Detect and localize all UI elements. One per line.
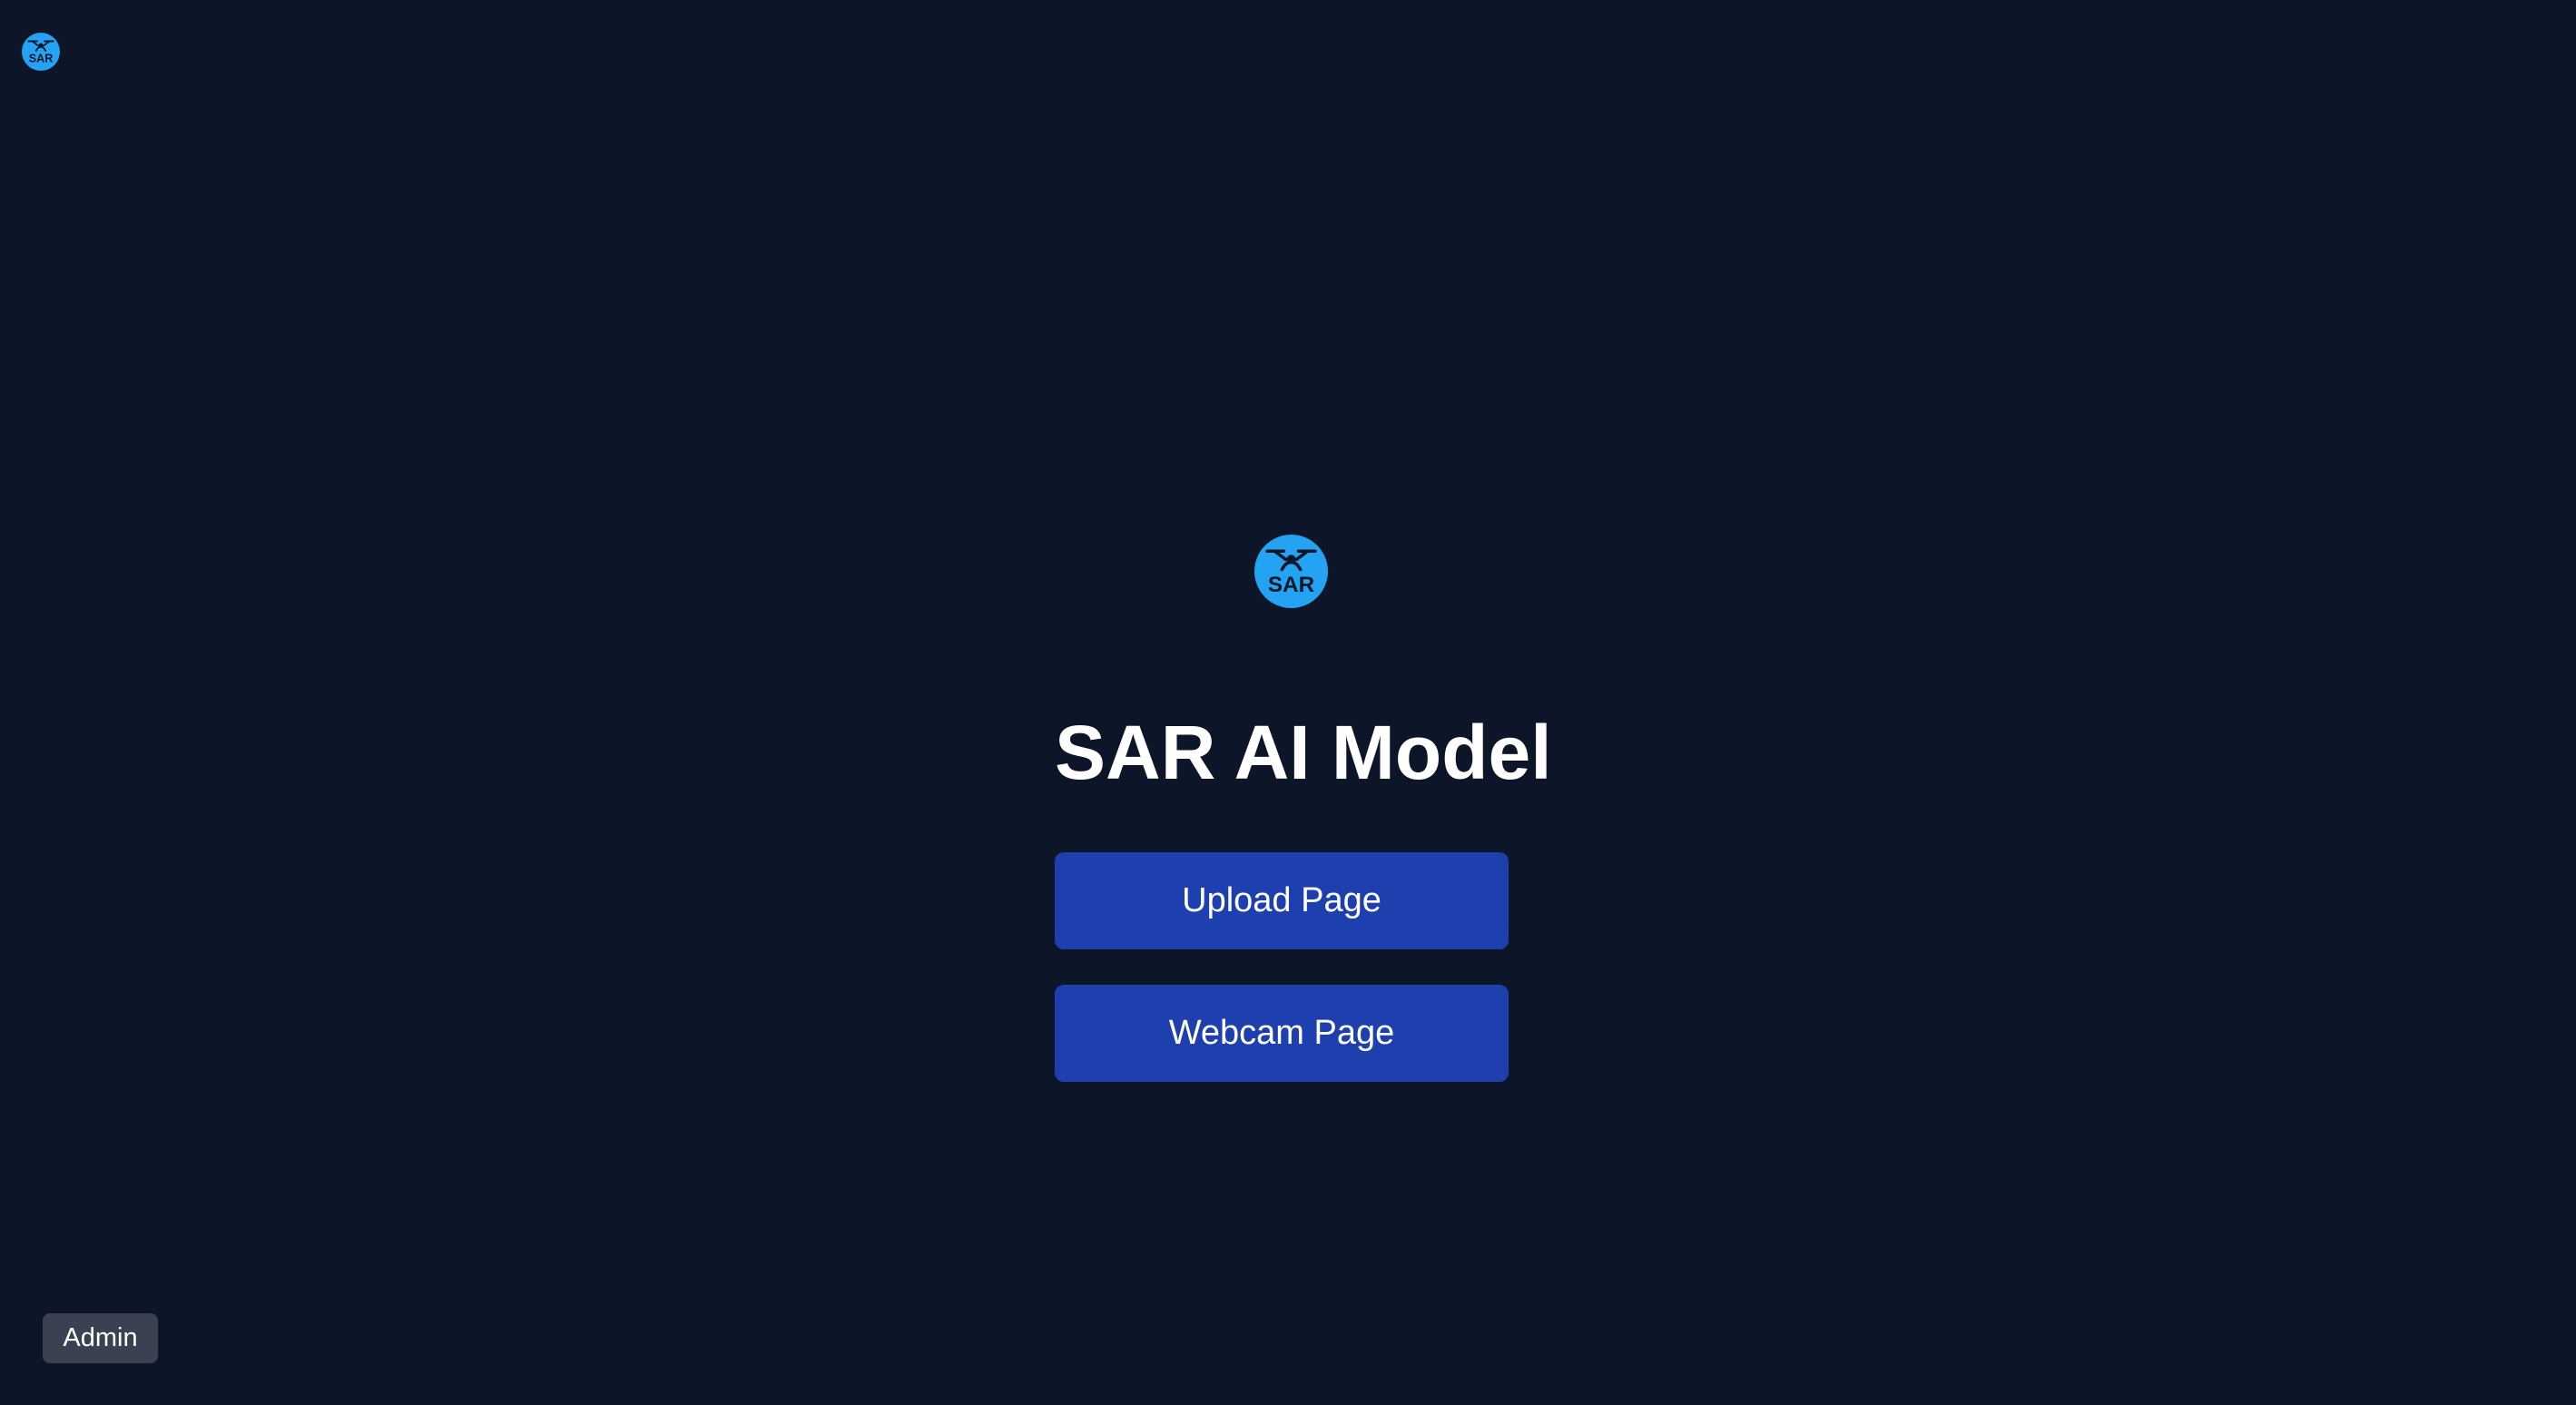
drone-icon: SAR (27, 40, 54, 65)
drone-icon: SAR (1265, 549, 1317, 597)
admin-button[interactable]: Admin (43, 1313, 158, 1363)
logo-text: SAR (29, 53, 54, 65)
logo-text: SAR (1268, 573, 1315, 597)
upload-page-button[interactable]: Upload Page (1055, 852, 1509, 949)
hero-sar-logo: SAR (1254, 535, 1328, 608)
page-title: SAR AI Model (1055, 710, 1552, 795)
corner-sar-logo[interactable]: SAR (22, 33, 60, 71)
webcam-page-button[interactable]: Webcam Page (1055, 985, 1509, 1082)
